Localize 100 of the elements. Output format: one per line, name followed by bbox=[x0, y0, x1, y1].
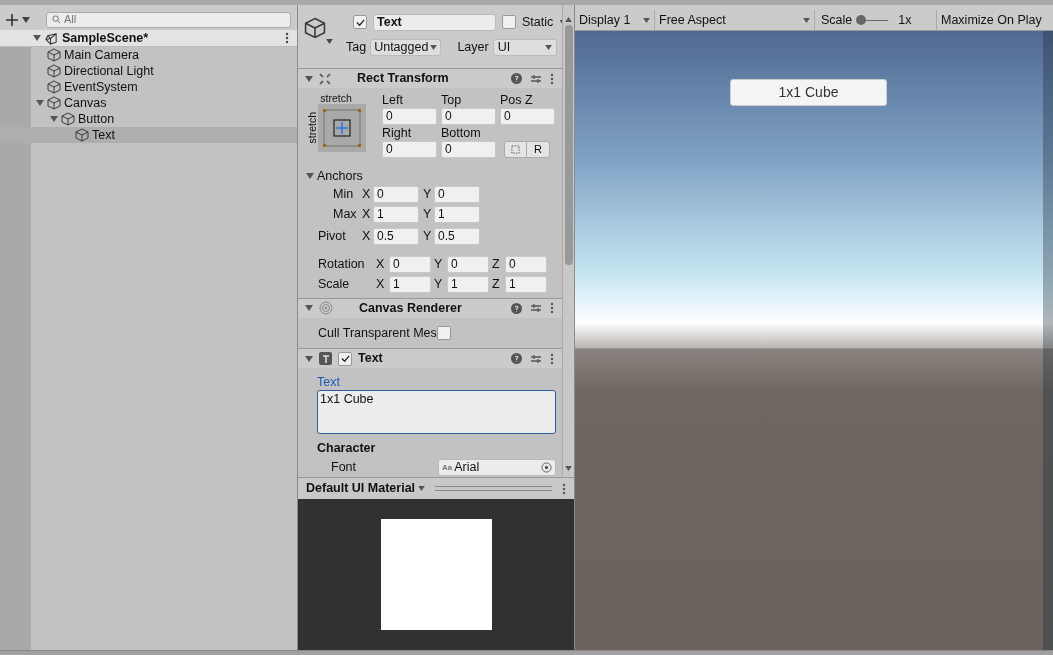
help-icon[interactable] bbox=[511, 73, 522, 85]
component-header[interactable]: Text bbox=[298, 348, 562, 369]
caret-icon[interactable] bbox=[565, 466, 572, 471]
scene-row[interactable]: SampleScene* bbox=[0, 30, 297, 47]
number-field[interactable]: 1 bbox=[505, 275, 547, 293]
expand-arrow-icon[interactable] bbox=[306, 172, 314, 181]
item-label: Canvas bbox=[64, 94, 107, 112]
hierarchy-item[interactable]: EventSystem bbox=[0, 79, 297, 95]
expand-arrow-icon[interactable] bbox=[33, 34, 41, 42]
aspect-dropdown[interactable]: Free Aspect bbox=[655, 10, 815, 30]
axis-label: Y bbox=[434, 255, 444, 273]
raw-edit-button[interactable]: R bbox=[527, 141, 550, 159]
anchor-preset-button[interactable] bbox=[318, 104, 366, 153]
expand-arrow-icon[interactable] bbox=[50, 115, 58, 123]
axis-label: Y bbox=[423, 205, 432, 223]
tag-label: Tag bbox=[346, 38, 367, 56]
expand-arrow-icon[interactable] bbox=[305, 354, 313, 363]
hierarchy-item[interactable]: Main Camera bbox=[0, 47, 297, 63]
sliders-icon[interactable] bbox=[530, 302, 542, 315]
layer-dropdown[interactable]: UI bbox=[492, 38, 557, 56]
component-header[interactable]: Canvas Renderer bbox=[298, 298, 562, 318]
expand-arrow-icon[interactable] bbox=[36, 99, 44, 107]
search-icon bbox=[52, 15, 61, 24]
more-icon[interactable] bbox=[285, 32, 289, 44]
number-field[interactable]: 0 bbox=[441, 108, 496, 126]
preset-label: stretch bbox=[306, 112, 318, 144]
caret-icon[interactable] bbox=[643, 17, 650, 23]
property-label: Min bbox=[332, 185, 355, 203]
number-field[interactable]: 0 bbox=[373, 185, 419, 203]
caret-icon[interactable] bbox=[326, 39, 333, 44]
more-icon[interactable] bbox=[550, 302, 554, 315]
slider-thumb[interactable] bbox=[856, 15, 867, 25]
number-field[interactable]: 0 bbox=[441, 141, 496, 159]
number-field[interactable]: 0 bbox=[500, 108, 555, 126]
static-checkbox[interactable] bbox=[502, 15, 516, 30]
number-field[interactable]: 0 bbox=[447, 255, 489, 273]
hierarchy-item[interactable]: Directional Light bbox=[0, 63, 297, 79]
number-field[interactable]: 1 bbox=[447, 275, 489, 293]
search-field[interactable]: All bbox=[46, 11, 291, 28]
section-label: Character bbox=[317, 440, 377, 457]
help-icon[interactable] bbox=[511, 303, 522, 314]
display-dropdown[interactable]: Display 1 bbox=[575, 10, 655, 30]
caret-icon[interactable] bbox=[430, 44, 438, 50]
caret-icon[interactable] bbox=[544, 44, 552, 50]
scrollbar-thumb[interactable] bbox=[564, 25, 573, 265]
resize-handle[interactable] bbox=[435, 486, 552, 491]
property-label: Max bbox=[332, 205, 358, 223]
enable-checkbox[interactable] bbox=[338, 351, 352, 366]
scale-slider[interactable] bbox=[858, 15, 889, 25]
number-field[interactable]: 0.5 bbox=[434, 227, 480, 245]
number-field[interactable]: 1 bbox=[373, 205, 419, 223]
checkbox[interactable] bbox=[436, 326, 451, 341]
font-field[interactable]: Aa Arial bbox=[438, 459, 556, 477]
expand-arrow-icon[interactable] bbox=[305, 304, 313, 313]
caret-icon[interactable] bbox=[22, 16, 30, 23]
sliders-icon[interactable] bbox=[530, 72, 542, 85]
hierarchy-item[interactable]: Button bbox=[0, 111, 297, 127]
field-label: Top bbox=[441, 92, 463, 109]
add-icon[interactable] bbox=[6, 13, 18, 26]
more-icon[interactable] bbox=[550, 352, 554, 365]
object-picker-icon[interactable] bbox=[541, 462, 552, 474]
active-checkbox[interactable] bbox=[353, 15, 367, 30]
number-field[interactable]: 0 bbox=[382, 141, 437, 159]
property-label: Rotation bbox=[317, 255, 366, 273]
more-icon[interactable] bbox=[550, 72, 554, 85]
unity-logo-icon bbox=[45, 31, 58, 45]
number-field[interactable]: 1 bbox=[434, 205, 480, 223]
number-field[interactable]: 0 bbox=[505, 255, 547, 273]
tag-dropdown[interactable]: Untagged bbox=[370, 38, 442, 56]
hierarchy-item[interactable]: Text bbox=[0, 127, 297, 143]
name-field[interactable]: Text bbox=[373, 13, 496, 31]
maximize-toggle[interactable]: Maximize On Play bbox=[937, 10, 1053, 30]
help-icon[interactable] bbox=[511, 353, 522, 365]
component-title: Rect Transform bbox=[357, 70, 449, 88]
axis-label: X bbox=[362, 205, 371, 223]
text-area[interactable]: 1x1 Cube bbox=[317, 390, 556, 435]
axis-label: X bbox=[362, 227, 371, 245]
more-icon[interactable] bbox=[562, 482, 566, 495]
number-field[interactable]: 0 bbox=[389, 255, 431, 273]
sliders-icon[interactable] bbox=[530, 352, 542, 365]
caret-icon[interactable] bbox=[803, 17, 810, 23]
ui-button[interactable]: 1x1 Cube bbox=[730, 79, 887, 106]
field-label: Pos Z bbox=[500, 92, 534, 109]
field-label: Bottom bbox=[441, 125, 482, 142]
hierarchy-item[interactable]: Canvas bbox=[0, 95, 297, 111]
axis-label: Y bbox=[423, 185, 432, 203]
component-header[interactable]: Rect Transform bbox=[298, 68, 562, 89]
scrollbar[interactable] bbox=[562, 5, 574, 477]
number-field[interactable]: 1 bbox=[389, 275, 431, 293]
material-dropdown[interactable]: Default UI Material bbox=[306, 479, 426, 498]
number-field[interactable]: 0.5 bbox=[373, 227, 419, 245]
field-label: Left bbox=[382, 92, 404, 109]
caret-icon[interactable] bbox=[418, 486, 426, 491]
number-field[interactable]: 0 bbox=[434, 185, 480, 203]
property-label: Font bbox=[330, 459, 357, 477]
preset-label: stretch bbox=[320, 92, 352, 105]
static-label: Static bbox=[522, 14, 554, 31]
number-field[interactable]: 0 bbox=[382, 108, 437, 126]
property-label: Pivot bbox=[317, 227, 347, 245]
expand-arrow-icon[interactable] bbox=[305, 74, 313, 83]
